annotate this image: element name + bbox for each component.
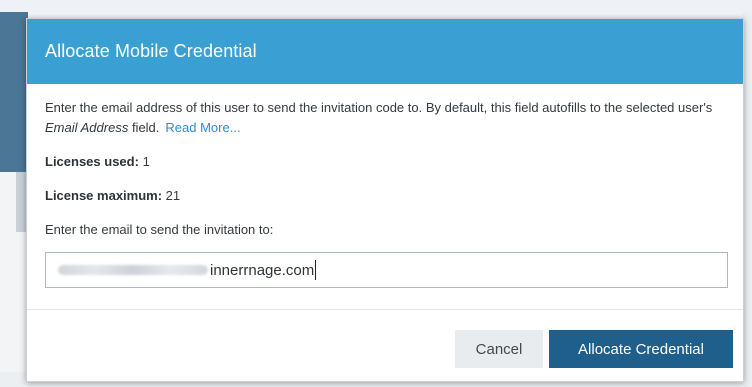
allocate-credential-button[interactable]: Allocate Credential: [549, 330, 733, 368]
license-maximum-label: License maximum:: [45, 188, 163, 203]
read-more-link[interactable]: Read More...: [165, 120, 240, 135]
text-cursor: [315, 260, 317, 280]
background-sidebar: [0, 12, 28, 172]
cancel-button[interactable]: Cancel: [455, 330, 543, 368]
licenses-used-row: Licenses used: 1: [45, 152, 725, 172]
modal-body: Enter the email address of this user to …: [27, 84, 743, 288]
modal-title: Allocate Mobile Credential: [45, 41, 257, 61]
description-text: Enter the email address of this user to …: [45, 100, 713, 115]
background-top-bar: [0, 0, 752, 12]
redacted-email-prefix: [58, 265, 208, 275]
license-maximum-value: 21: [165, 188, 181, 203]
licenses-used-value: 1: [142, 154, 150, 169]
footer-divider: [27, 309, 743, 310]
modal-footer: Cancel Allocate Credential: [455, 330, 733, 368]
email-input[interactable]: innerrnage.com: [45, 252, 728, 288]
license-maximum-row: License maximum: 21: [45, 186, 725, 206]
modal-description: Enter the email address of this user to …: [45, 98, 725, 138]
licenses-used-label: Licenses used:: [45, 154, 139, 169]
description-text-end: field.: [128, 120, 160, 135]
modal-header: Allocate Mobile Credential: [27, 19, 743, 84]
allocate-mobile-credential-modal: Allocate Mobile Credential Enter the ema…: [26, 18, 744, 382]
email-prompt-label: Enter the email to send the invitation t…: [45, 222, 274, 237]
description-emphasis: Email Address: [45, 120, 129, 135]
email-input-value: innerrnage.com: [210, 261, 315, 279]
